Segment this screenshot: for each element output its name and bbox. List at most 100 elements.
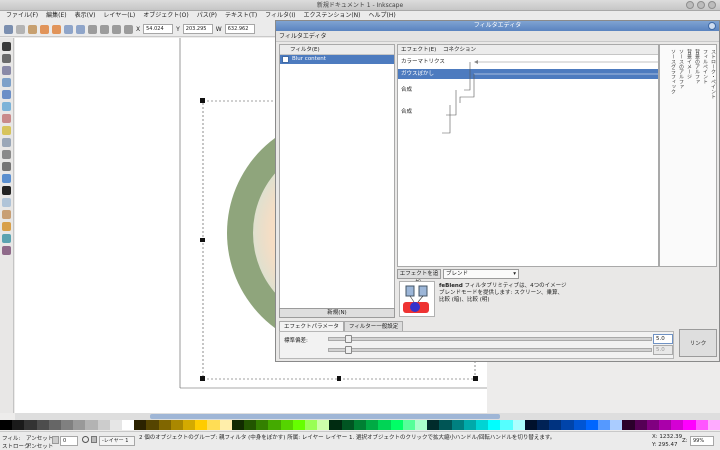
spiral-tool-icon[interactable] <box>2 138 11 147</box>
x-label: X <box>136 25 141 33</box>
chevron-down-icon: ▾ <box>513 271 516 277</box>
params-tabs: エフェクトパラメータ フィルター一般設定 <box>279 321 479 331</box>
y-input[interactable]: 203.295 <box>182 24 213 34</box>
paint-bucket-tool-icon[interactable] <box>2 222 11 231</box>
deselect-icon[interactable] <box>28 24 37 34</box>
tab-filter-general[interactable]: フィルター一般設定 <box>343 321 404 331</box>
selector-tool-controls: X 54.024 Y 203.295 W 632.962 <box>0 21 280 37</box>
lock-icon[interactable] <box>91 436 97 443</box>
flip-horizontal-icon[interactable] <box>64 24 73 34</box>
color-palette[interactable] <box>0 420 720 430</box>
horizontal-scrollbar[interactable] <box>15 413 720 420</box>
select-all-layers-icon[interactable] <box>16 24 25 34</box>
pencil-tool-icon[interactable] <box>2 150 11 159</box>
node-tool-icon[interactable] <box>2 54 11 63</box>
zoom-input[interactable]: 99% <box>690 436 714 446</box>
stroke-value[interactable]: アンセット <box>26 442 53 450</box>
gradient-tool-icon[interactable] <box>2 234 11 243</box>
dialog-title: フィルタエディタ <box>473 22 522 29</box>
eraser-tool-icon[interactable] <box>2 210 11 219</box>
3d-box-tool-icon[interactable] <box>2 102 11 111</box>
spray-tool-icon[interactable] <box>2 198 11 207</box>
text-tool-icon[interactable] <box>2 186 11 195</box>
dialog-title-bar[interactable]: フィルタエディタ <box>276 21 719 31</box>
fill-label: フィル: <box>2 436 21 442</box>
filter-row-selected[interactable]: Blur content <box>280 55 394 64</box>
lower-icon[interactable] <box>112 24 121 34</box>
add-effect-select[interactable]: ブレンド ▾ <box>443 269 519 279</box>
fill-value[interactable]: アンセット <box>26 434 53 442</box>
rotate-ccw-icon[interactable] <box>40 24 49 34</box>
add-effect-button[interactable]: エフェクトを追加: <box>397 269 441 286</box>
w-input[interactable]: 632.962 <box>224 24 255 34</box>
menu-text[interactable]: テキスト(T) <box>221 11 261 21</box>
rotate-cw-icon[interactable] <box>52 24 61 34</box>
source-stroke-paint[interactable]: ストローク・ペイント <box>708 49 716 99</box>
source-background-image[interactable]: 背景イメージ <box>684 49 692 79</box>
flip-vertical-icon[interactable] <box>76 24 85 34</box>
lower-to-bottom-icon[interactable] <box>124 24 133 34</box>
w-label: W <box>215 25 222 33</box>
horizontal-scrollbar-thumb[interactable] <box>150 414 500 419</box>
opacity-icon <box>52 436 59 444</box>
rect-tool-icon[interactable] <box>2 90 11 99</box>
menu-file[interactable]: ファイル(F) <box>2 11 42 21</box>
filter-name: Blur content <box>292 56 326 62</box>
zoom-tool-icon[interactable] <box>2 78 11 87</box>
filter-list: フィルタ(E) Blur content <box>279 44 395 317</box>
slider-knob[interactable] <box>345 346 352 354</box>
link-button[interactable]: リンク <box>679 329 717 357</box>
std-deviation-label: 標準偏差: <box>284 338 308 344</box>
raise-icon[interactable] <box>100 24 109 34</box>
menu-layer[interactable]: レイヤー(L) <box>99 11 139 21</box>
select-all-icon[interactable] <box>4 24 13 34</box>
filter-column-header[interactable]: フィルタ(E) <box>280 45 394 55</box>
effect-list: エフェクト(E) コネクション カラーマトリクス ガウスぼかし 合成 合成 <box>397 44 659 267</box>
dialog-close-icon[interactable] <box>708 22 716 30</box>
std-deviation-y-slider[interactable] <box>328 346 652 354</box>
source-background-alpha[interactable]: 背景のアルファ <box>692 49 700 84</box>
slider-knob[interactable] <box>345 335 352 343</box>
minimize-button[interactable] <box>686 1 694 9</box>
connection-sources: ストローク・ペイント フィルペイント 背景のアルファ 背景イメージ ソースのアル… <box>659 44 717 267</box>
effect-description-title: feBlend <box>439 283 463 289</box>
tweak-tool-icon[interactable] <box>2 66 11 75</box>
tab-effect-params[interactable]: エフェクトパラメータ <box>279 321 344 331</box>
new-filter-button[interactable]: 新規(N) <box>279 308 395 318</box>
y-label: Y <box>176 25 180 33</box>
zoom-label: Z: <box>682 438 688 444</box>
toolbox <box>0 38 14 413</box>
effect-params-panel: 標準偏差: 5.0 5.0 <box>279 331 674 359</box>
menu-edit[interactable]: 編集(E) <box>42 11 70 21</box>
status-bar: フィル: アンセット ストローク: アンセット 0 -レイヤー 1 2 個のオブ… <box>0 431 720 450</box>
cursor-x: X: 1232.39 <box>652 434 683 440</box>
add-effect-select-value: ブレンド <box>446 271 469 277</box>
menu-view[interactable]: 表示(V) <box>71 11 100 21</box>
std-deviation-y-input[interactable]: 5.0 <box>653 345 673 355</box>
source-graphic[interactable]: ソースグラフィック <box>668 49 676 94</box>
raise-to-top-icon[interactable] <box>88 24 97 34</box>
opacity-input[interactable]: 0 <box>60 436 78 446</box>
status-message: 2 個のオブジェクトのグループ: 親フィルタ (中身をぼかす) 所属: レイヤー… <box>139 435 556 441</box>
star-tool-icon[interactable] <box>2 126 11 135</box>
maximize-button[interactable] <box>697 1 705 9</box>
selector-tool-icon[interactable] <box>2 42 11 51</box>
close-button[interactable] <box>708 1 716 9</box>
ellipse-tool-icon[interactable] <box>2 114 11 123</box>
layer-select[interactable]: -レイヤー 1 <box>99 436 135 446</box>
filter-checkbox[interactable] <box>282 56 289 63</box>
std-deviation-x-input[interactable]: 5.0 <box>653 334 673 344</box>
menu-path[interactable]: パス(P) <box>193 11 221 21</box>
std-deviation-x-slider[interactable] <box>328 335 652 343</box>
x-input[interactable]: 54.024 <box>143 24 174 34</box>
dropper-tool-icon[interactable] <box>2 246 11 255</box>
feblend-icon <box>399 281 435 317</box>
connection-lines <box>442 60 658 134</box>
pen-tool-icon[interactable] <box>2 162 11 171</box>
calligraphy-tool-icon[interactable] <box>2 174 11 183</box>
visibility-icon[interactable] <box>82 436 89 443</box>
source-fill-paint[interactable]: フィルペイント <box>700 49 708 84</box>
source-alpha[interactable]: ソースのアルファ <box>676 49 684 89</box>
filter-editor-dialog: フィルタエディタ フィルタエディタ フィルタ(E) Blur content 新… <box>275 20 720 362</box>
menu-object[interactable]: オブジェクト(O) <box>139 11 192 21</box>
